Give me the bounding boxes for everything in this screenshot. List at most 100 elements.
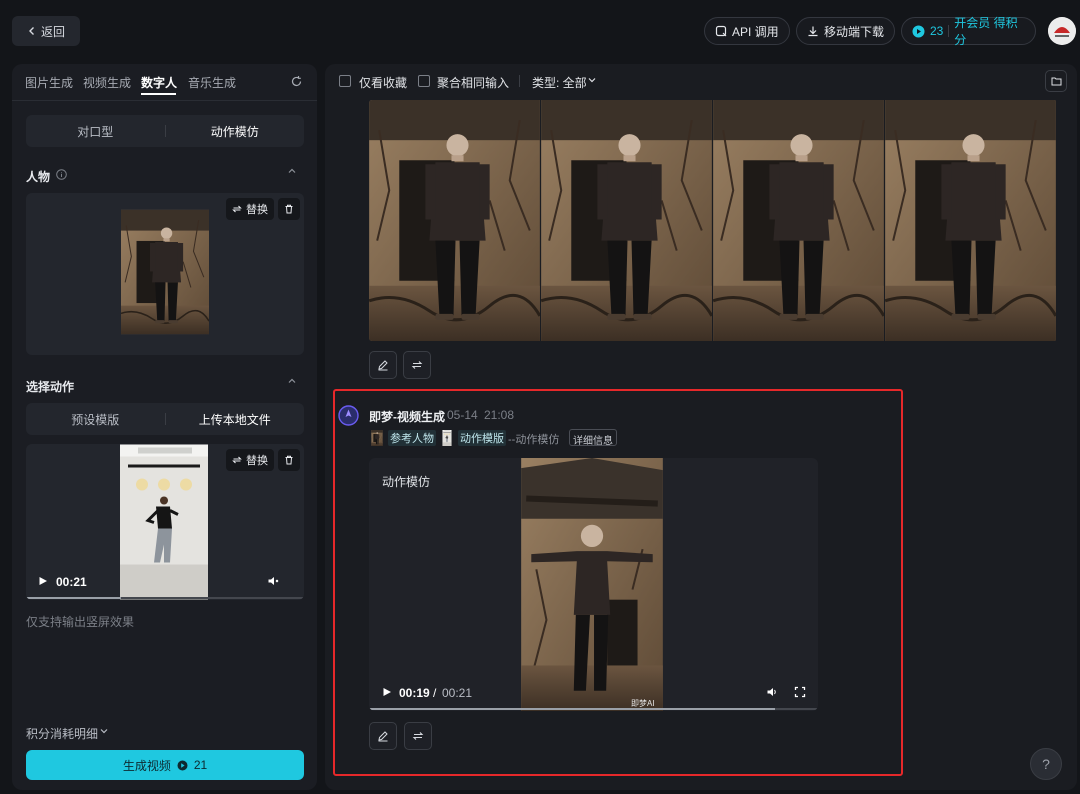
mode-option-lip-sync[interactable]: 对口型 bbox=[26, 123, 165, 140]
action-option-preset[interactable]: 预设模版 bbox=[26, 411, 165, 428]
active-tab-underline bbox=[141, 93, 176, 95]
swap-icon bbox=[232, 455, 242, 465]
download-icon bbox=[807, 25, 819, 37]
current-time: 00:19 bbox=[399, 686, 430, 700]
chevron-down-icon[interactable] bbox=[99, 726, 109, 736]
fullscreen-icon[interactable] bbox=[794, 686, 806, 698]
credits-membership-button[interactable]: 23 开会员 得积分 bbox=[901, 16, 1036, 47]
volume-icon[interactable] bbox=[766, 686, 778, 698]
tabs-divider bbox=[12, 100, 317, 101]
swap-icon bbox=[411, 359, 423, 371]
action-option-upload-local[interactable]: 上传本地文件 bbox=[166, 411, 305, 428]
regenerate-button[interactable] bbox=[403, 351, 431, 379]
result-image[interactable] bbox=[369, 100, 540, 341]
tab-image-generation[interactable]: 图片生成 bbox=[25, 74, 73, 91]
user-avatar[interactable] bbox=[1048, 17, 1076, 45]
play-icon[interactable] bbox=[382, 687, 392, 697]
results-panel: 仅看收藏 聚合相同输入 类型: 全部 即梦-视频生成 05-14 21:08 参… bbox=[325, 64, 1077, 790]
action-video-preview bbox=[120, 444, 208, 600]
action-template-tag[interactable]: 动作模版 bbox=[439, 429, 506, 447]
chevron-up-icon[interactable] bbox=[287, 376, 297, 386]
replace-label: 替换 bbox=[246, 455, 268, 467]
play-icon[interactable] bbox=[38, 576, 48, 586]
task-time: 21:08 bbox=[484, 408, 515, 422]
video-time: 00:21 bbox=[56, 575, 87, 589]
divider bbox=[519, 75, 520, 87]
result-video-player[interactable]: 动作模仿 即梦AI 00:19 / 00:21 bbox=[369, 458, 818, 711]
ref-person-label: 参考人物 bbox=[388, 430, 436, 446]
action-source-selector: 预设模版 上传本地文件 bbox=[26, 403, 304, 435]
api-call-button[interactable]: API 调用 bbox=[704, 17, 790, 45]
trash-icon bbox=[284, 455, 294, 465]
time-separator: / bbox=[433, 686, 437, 700]
action-template-thumb bbox=[442, 430, 452, 446]
tab-music-generation[interactable]: 音乐生成 bbox=[188, 74, 236, 91]
edit-button[interactable] bbox=[369, 351, 397, 379]
person-section-title: 人物 bbox=[26, 170, 51, 184]
back-label: 返回 bbox=[40, 24, 65, 39]
credits-detail-link[interactable]: 积分消耗明细 bbox=[26, 725, 98, 742]
help-button[interactable]: ? bbox=[1030, 748, 1062, 780]
chevron-down-icon[interactable] bbox=[587, 75, 597, 85]
replace-person-button[interactable]: 替换 bbox=[226, 198, 274, 220]
volume-muted-icon[interactable] bbox=[267, 575, 279, 587]
delete-person-button[interactable] bbox=[278, 198, 300, 220]
chevron-up-icon[interactable] bbox=[287, 166, 297, 176]
left-panel: 图片生成 视频生成 数字人 音乐生成 对口型 动作模仿 人物 替换 选择动作 预… bbox=[12, 64, 317, 790]
ref-person-thumb bbox=[371, 430, 383, 446]
generate-video-button[interactable]: 生成视频 21 bbox=[26, 750, 304, 780]
replace-action-button[interactable]: 替换 bbox=[226, 449, 274, 471]
regenerate-button[interactable] bbox=[404, 722, 432, 750]
merge-checkbox[interactable] bbox=[418, 75, 430, 87]
person-image bbox=[121, 208, 209, 336]
divider bbox=[948, 25, 950, 37]
edit-button[interactable] bbox=[369, 722, 397, 750]
mobile-download-label: 移动端下载 bbox=[824, 24, 885, 39]
result-video-frame bbox=[521, 458, 663, 711]
info-icon[interactable] bbox=[56, 169, 67, 180]
detail-info-button[interactable]: 详细信息 bbox=[569, 429, 617, 447]
tab-digital-human[interactable]: 数字人 bbox=[141, 74, 177, 91]
action-section-title: 选择动作 bbox=[26, 380, 75, 394]
video-progress-fill bbox=[369, 708, 775, 710]
mode-option-motion-imitation[interactable]: 动作模仿 bbox=[166, 123, 305, 140]
previous-result-images bbox=[369, 100, 1057, 341]
type-filter-dropdown[interactable]: 类型: 全部 bbox=[532, 74, 587, 91]
refresh-icon[interactable] bbox=[290, 75, 303, 88]
mobile-download-button[interactable]: 移动端下载 bbox=[796, 17, 896, 45]
swap-icon bbox=[412, 730, 424, 742]
trash-icon bbox=[284, 204, 294, 214]
replace-label: 替换 bbox=[246, 204, 268, 216]
video-progress-fill bbox=[26, 597, 121, 599]
folder-icon bbox=[1051, 76, 1062, 86]
merge-filter-label[interactable]: 聚合相同输入 bbox=[437, 74, 509, 91]
result-image[interactable] bbox=[885, 100, 1056, 341]
tab-video-generation[interactable]: 视频生成 bbox=[83, 74, 131, 91]
person-upload-box[interactable]: 替换 bbox=[26, 193, 304, 355]
chevron-left-icon bbox=[27, 26, 37, 36]
credits-value: 23 bbox=[930, 24, 944, 38]
swap-icon bbox=[232, 204, 242, 214]
edit-icon bbox=[377, 730, 389, 742]
result-image[interactable] bbox=[713, 100, 884, 341]
mode-selector: 对口型 动作模仿 bbox=[26, 115, 304, 147]
dreamina-logo-icon bbox=[338, 405, 359, 426]
api-call-label: API 调用 bbox=[732, 24, 779, 39]
task-source: 即梦-视频生成 bbox=[369, 410, 445, 424]
task-mode-suffix: --动作模仿 bbox=[508, 434, 560, 446]
video-card-title: 动作模仿 bbox=[382, 475, 431, 489]
api-icon bbox=[715, 25, 727, 37]
generate-cost: 21 bbox=[193, 758, 208, 772]
edit-icon bbox=[377, 359, 389, 371]
delete-action-button[interactable] bbox=[278, 449, 300, 471]
generate-label: 生成视频 bbox=[122, 758, 171, 773]
favorites-checkbox[interactable] bbox=[339, 75, 351, 87]
ref-person-tag[interactable]: 参考人物 bbox=[369, 429, 436, 447]
task-date: 05-14 bbox=[447, 408, 478, 422]
folder-button[interactable] bbox=[1045, 70, 1067, 92]
favorites-filter-label[interactable]: 仅看收藏 bbox=[359, 74, 407, 91]
result-image[interactable] bbox=[541, 100, 712, 341]
action-video-box[interactable]: 替换 00:21 bbox=[26, 444, 304, 600]
membership-label: 开会员 得积分 bbox=[954, 16, 1018, 47]
back-button[interactable]: 返回 bbox=[12, 16, 80, 46]
